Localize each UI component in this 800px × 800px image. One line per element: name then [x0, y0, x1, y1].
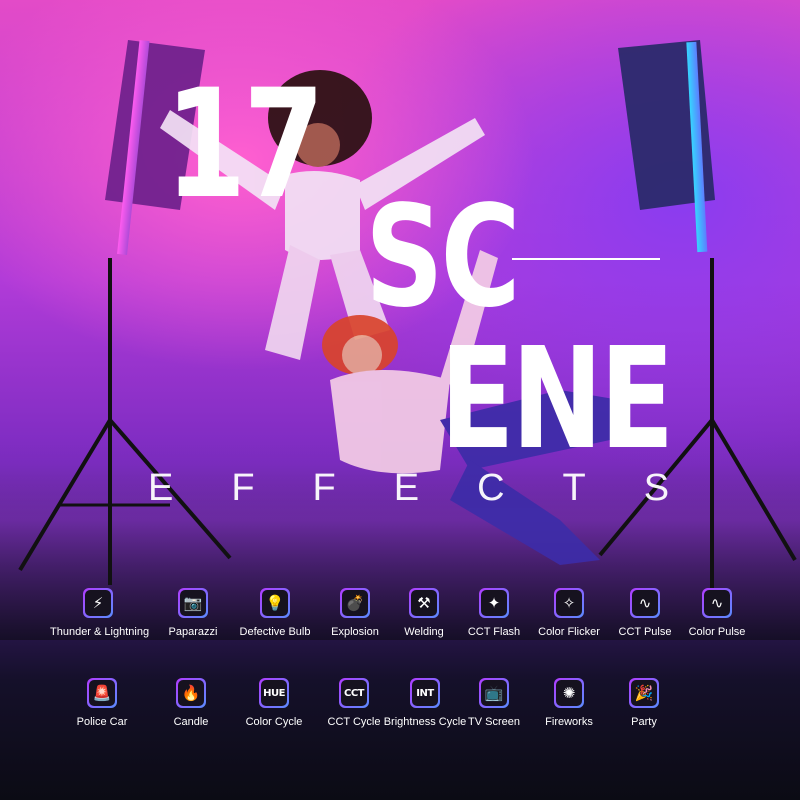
party-icon: 🎉: [631, 680, 657, 706]
tv-icon: 📺: [481, 680, 507, 706]
scene-candle: 🔥 Candle: [143, 678, 239, 728]
int-icon: INT: [412, 680, 438, 706]
scene-police-car: 🚨 Police Car: [54, 678, 150, 728]
flicker-circle-icon: ✧: [556, 590, 582, 616]
headline-subtitle: EFFECTS: [148, 467, 728, 509]
bulb-icon: 💡: [262, 590, 288, 616]
cct-icon: CCT: [341, 680, 367, 706]
camera-flash-icon: 📷: [180, 590, 206, 616]
pulse-circle-icon: ∿: [632, 590, 658, 616]
scene-party: 🎉 Party: [596, 678, 692, 728]
scene-label: Color Pulse: [688, 626, 746, 638]
scene-label: Candle: [173, 716, 209, 728]
scene-color-pulse: ∿ Color Pulse: [669, 588, 765, 638]
scene-label: Thunder & Lightning: [50, 626, 150, 638]
headline-word-bottom: ENE: [440, 318, 674, 481]
product-banner: 17 SC ENE EFFECTS ⚡ Thunder & Lightning …: [0, 0, 800, 800]
lightning-icon: ⚡: [85, 590, 111, 616]
siren-icon: 🚨: [89, 680, 115, 706]
headline-number: 17: [165, 58, 325, 232]
bomb-icon: 💣: [342, 590, 368, 616]
headline-word-top: SC: [365, 176, 521, 339]
hue-icon: HUE: [261, 680, 287, 706]
scene-label: Party: [631, 716, 657, 728]
color-pulse-circle-icon: ∿: [704, 590, 730, 616]
flame-icon: 🔥: [178, 680, 204, 706]
scene-thunder-lightning: ⚡ Thunder & Lightning: [50, 588, 150, 638]
flash-circle-icon: ✦: [481, 590, 507, 616]
welding-icon: ⚒: [411, 590, 437, 616]
scene-label: Police Car: [76, 716, 128, 728]
headline-divider: [512, 258, 660, 260]
fireworks-icon: ✺: [556, 680, 582, 706]
